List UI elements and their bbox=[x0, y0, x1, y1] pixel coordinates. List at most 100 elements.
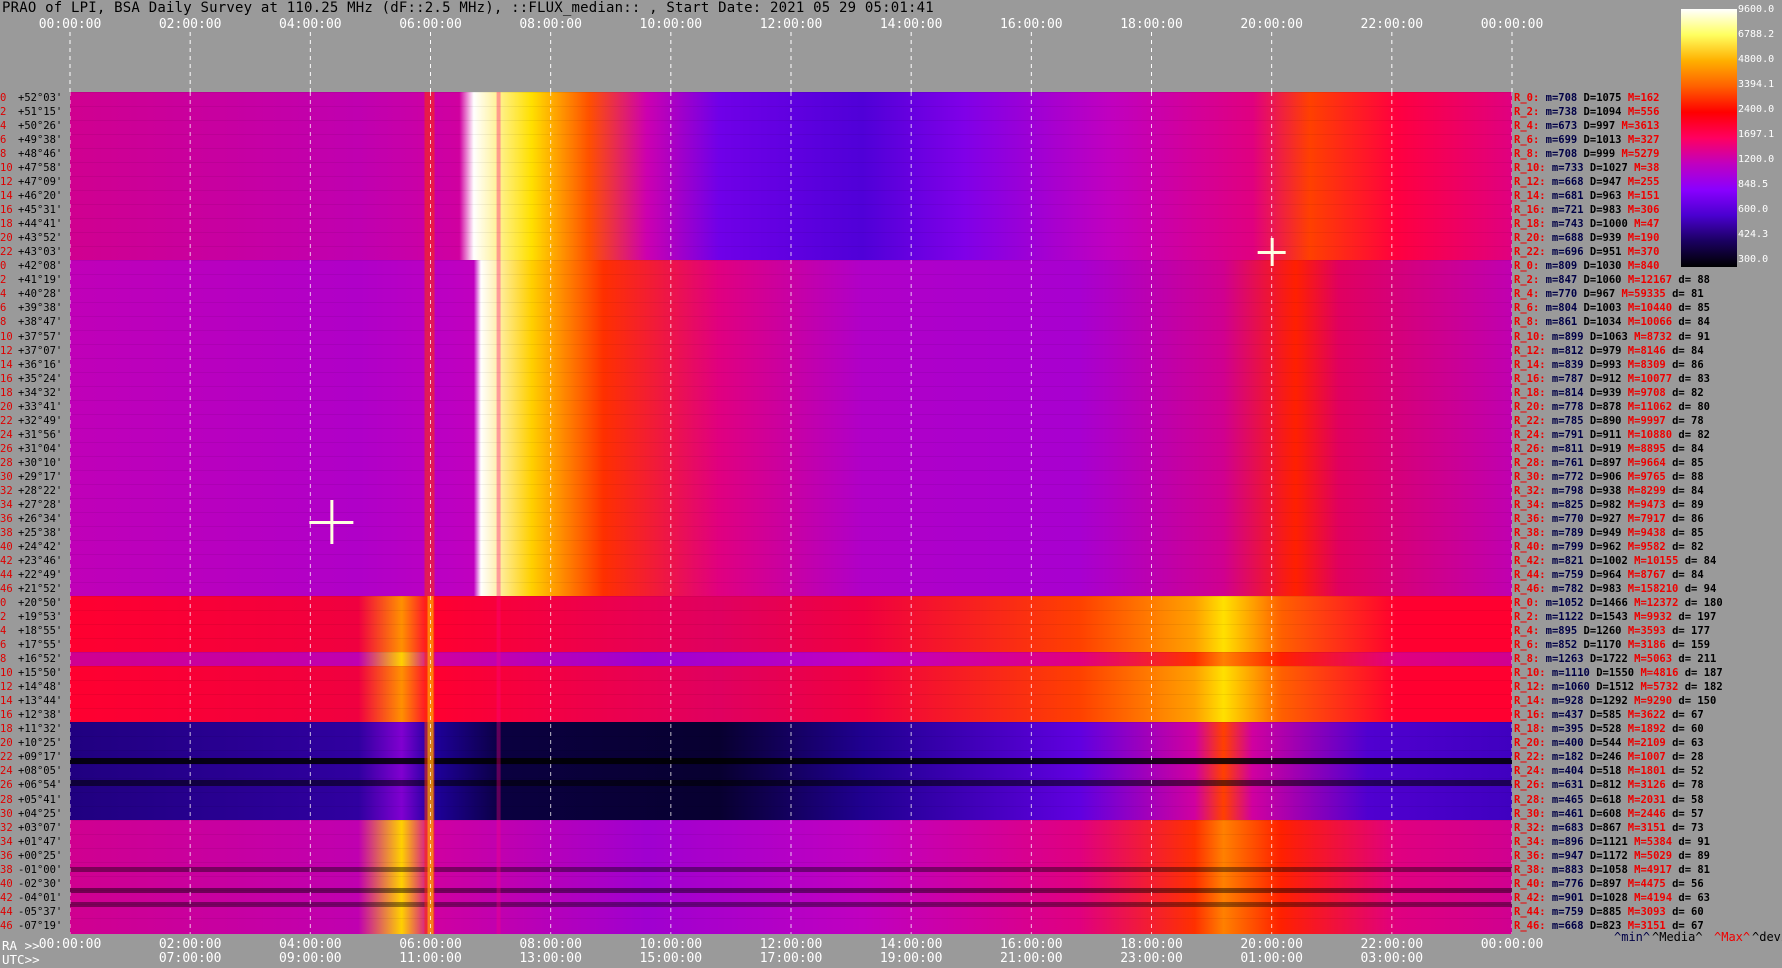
stat-ring: R_4: bbox=[1514, 625, 1540, 638]
stat-deviation: d= 67 bbox=[1665, 709, 1704, 722]
stat-max: M=12167 bbox=[1621, 274, 1673, 287]
bright-source bbox=[309, 521, 354, 524]
row-index: 32 bbox=[0, 821, 13, 834]
declination-label: 8 +48°46' bbox=[0, 148, 80, 160]
row-index: 14 bbox=[0, 358, 13, 371]
row-index: 30 bbox=[0, 807, 13, 820]
stat-min: m=465 bbox=[1545, 793, 1584, 806]
stat-deviation: d= 63 bbox=[1672, 891, 1711, 904]
row-index: 2 bbox=[0, 611, 7, 624]
stat-deviation: d= 63 bbox=[1665, 737, 1704, 750]
row-index: 6 bbox=[0, 134, 7, 147]
declination-label: 12 +14°48' bbox=[0, 681, 80, 693]
row-stat: R_22: m=785 D=890 M=9997 d= 78 bbox=[1514, 415, 1704, 427]
stat-max: M=10077 bbox=[1621, 372, 1673, 385]
declination-label: 2 +41°19' bbox=[0, 274, 80, 286]
stat-ring: R_40: bbox=[1514, 540, 1546, 553]
declination-label: 38 -01°00' bbox=[0, 864, 80, 876]
ra-tick-label: 08:00:00 bbox=[519, 937, 582, 952]
declination-label: 20 +33°41' bbox=[0, 401, 80, 413]
row-stat: R_4: m=673 D=997 M=3613 bbox=[1514, 120, 1659, 132]
row-separator bbox=[70, 610, 1512, 611]
stat-median: D=979 bbox=[1583, 344, 1622, 357]
declination-value: +28°22' bbox=[18, 484, 63, 497]
stat-median: D=1000 bbox=[1583, 218, 1628, 231]
declination-label: 2 +51°15' bbox=[0, 106, 80, 118]
stat-max: M=8309 bbox=[1621, 358, 1666, 371]
stat-median: D=528 bbox=[1583, 723, 1622, 736]
stat-min: m=759 bbox=[1545, 905, 1584, 918]
stat-max: M=327 bbox=[1621, 134, 1660, 147]
stat-median: D=1121 bbox=[1583, 835, 1628, 848]
stat-ring: R_6: bbox=[1514, 302, 1540, 315]
stat-deviation: d= 86 bbox=[1665, 512, 1704, 525]
stat-max: M=370 bbox=[1621, 246, 1660, 259]
stat-max: M=8732 bbox=[1627, 330, 1673, 343]
stat-min: m=821 bbox=[1545, 554, 1584, 567]
colorbar-tick: 9600.0 bbox=[1738, 4, 1775, 15]
row-index: 16 bbox=[0, 709, 13, 722]
stat-median: D=867 bbox=[1583, 821, 1622, 834]
stat-min: m=688 bbox=[1545, 232, 1584, 245]
row-index: 0 bbox=[0, 92, 7, 104]
stat-deviation: d= 81 bbox=[1672, 863, 1711, 876]
stat-min: m=738 bbox=[1539, 106, 1578, 119]
row-index: 30 bbox=[0, 470, 13, 483]
declination-label: 22 +43°03' bbox=[0, 246, 80, 258]
stat-deviation: d= 85 bbox=[1665, 456, 1704, 469]
stat-min: m=631 bbox=[1545, 779, 1584, 792]
stat-ring: R_8: bbox=[1514, 316, 1540, 329]
colorbar-tick: 1200.0 bbox=[1738, 154, 1775, 165]
ra-tick-label: 14:00:00 bbox=[879, 937, 943, 952]
declination-value: +17°55' bbox=[18, 639, 63, 652]
row-index: 6 bbox=[0, 639, 7, 652]
stat-min: m=673 bbox=[1539, 120, 1578, 133]
declination-label: 22 +09°17' bbox=[0, 751, 80, 763]
row-stat: R_18: m=814 D=939 M=9708 d= 82 bbox=[1514, 387, 1704, 399]
stat-deviation: d= 28 bbox=[1665, 751, 1704, 764]
stat-ring: R_32: bbox=[1514, 484, 1546, 497]
row-index: 20 bbox=[0, 400, 13, 413]
stat-ring: R_16: bbox=[1514, 204, 1546, 217]
declination-value: +09°17' bbox=[18, 751, 63, 764]
stat-min: m=395 bbox=[1545, 723, 1584, 736]
row-stat: R_6: m=852 D=1170 M=3186 d= 159 bbox=[1514, 639, 1710, 651]
stat-ring: R_18: bbox=[1514, 723, 1546, 736]
stat-max: M=12372 bbox=[1627, 597, 1679, 610]
stat-deviation: d= 197 bbox=[1672, 611, 1717, 624]
stat-deviation: d= 78 bbox=[1665, 779, 1704, 792]
stat-median: D=949 bbox=[1583, 526, 1622, 539]
stat-median: D=1466 bbox=[1583, 597, 1628, 610]
stat-max: M=3622 bbox=[1621, 709, 1666, 722]
stat-ring: R_4: bbox=[1514, 120, 1540, 133]
declination-value: +45°31' bbox=[18, 204, 63, 217]
stat-deviation: d= 88 bbox=[1672, 274, 1711, 287]
declination-label: 40 -02°30' bbox=[0, 878, 80, 890]
stat-deviation: d= 89 bbox=[1672, 849, 1711, 862]
stat-median: D=885 bbox=[1583, 905, 1622, 918]
row-stat: R_2: m=847 D=1060 M=12167 d= 88 bbox=[1514, 274, 1710, 286]
utc-tick-label: 23:00:00 bbox=[1120, 951, 1183, 966]
declination-label: 30 +29°17' bbox=[0, 471, 80, 483]
stat-median: D=1722 bbox=[1583, 653, 1628, 666]
stat-max: M=9765 bbox=[1621, 470, 1666, 483]
stat-deviation: d= 82 bbox=[1672, 428, 1710, 441]
row-index: 42 bbox=[0, 554, 13, 567]
stat-ring: R_16: bbox=[1514, 709, 1546, 722]
stat-deviation: d= 89 bbox=[1665, 498, 1704, 511]
row-index: 12 bbox=[0, 681, 13, 694]
stat-min: m=1052 bbox=[1539, 597, 1584, 610]
row-stat: R_38: m=789 D=949 M=9438 d= 85 bbox=[1514, 527, 1704, 539]
stat-deviation: d= 85 bbox=[1672, 302, 1711, 315]
stat-deviation: d= 81 bbox=[1665, 288, 1704, 301]
row-separator bbox=[70, 176, 1512, 177]
stat-ring: R_10: bbox=[1514, 162, 1546, 175]
stat-median: D=812 bbox=[1583, 779, 1622, 792]
stat-ring: R_26: bbox=[1514, 779, 1546, 792]
stat-min: m=437 bbox=[1545, 709, 1584, 722]
row-index: 6 bbox=[0, 302, 7, 315]
declination-value: +29°17' bbox=[18, 470, 63, 483]
row-stat: R_30: m=772 D=906 M=9765 d= 88 bbox=[1514, 471, 1704, 483]
stat-median: D=911 bbox=[1583, 428, 1622, 441]
stat-ring: R_24: bbox=[1514, 765, 1546, 778]
